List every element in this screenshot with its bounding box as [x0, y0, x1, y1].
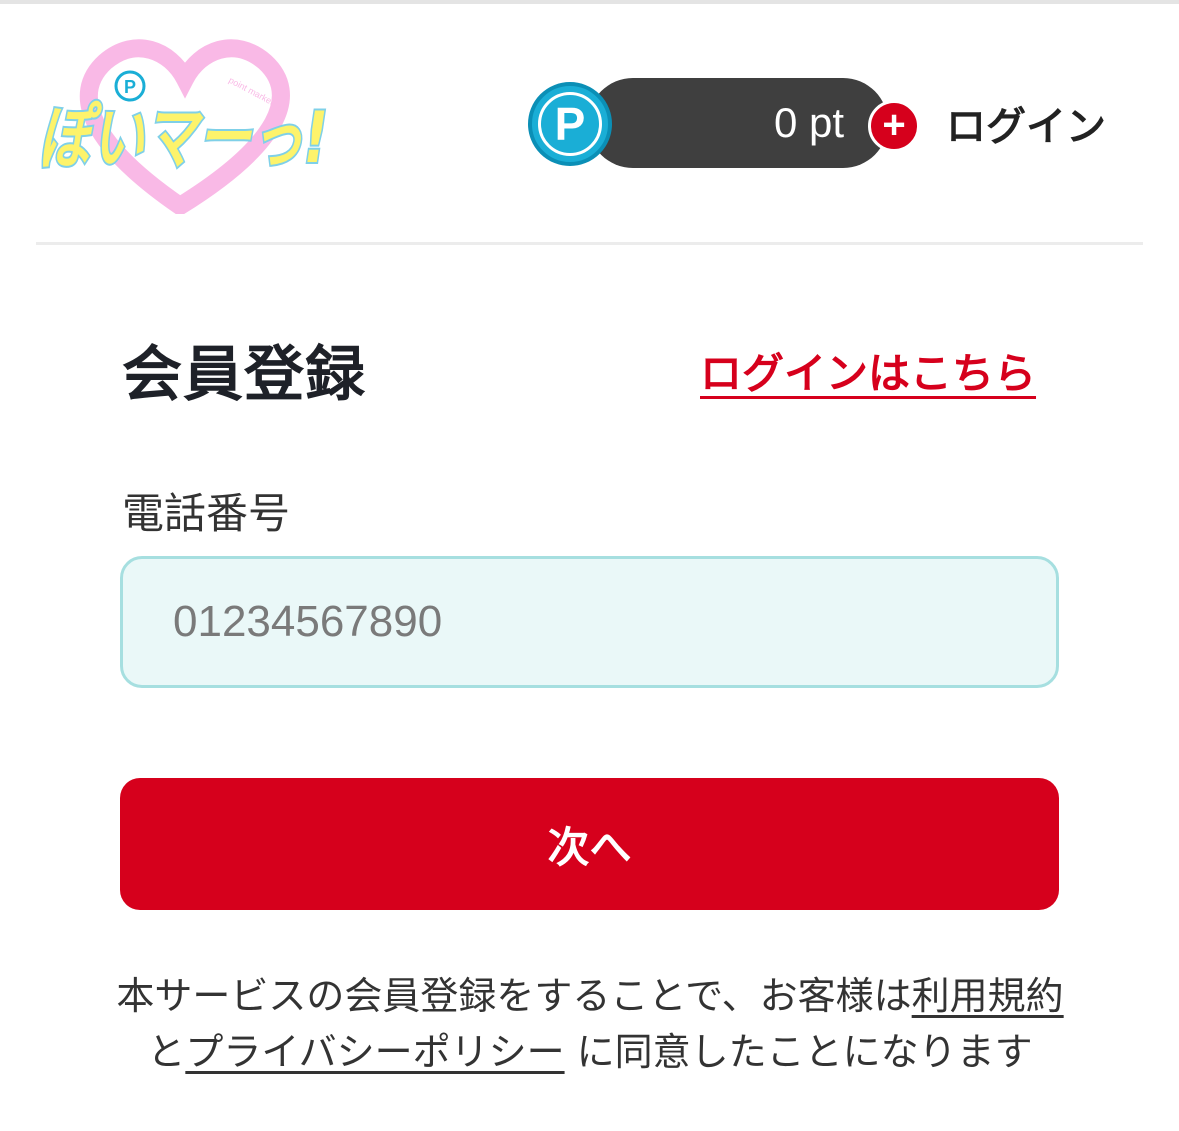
- points-pill: 0 pt: [588, 78, 888, 168]
- terms-of-use-link[interactable]: 利用規約: [912, 974, 1064, 1018]
- terms-prefix: 本サービスの会員登録をすることで、お客様は: [116, 974, 912, 1018]
- phone-label: 電話番号: [122, 489, 291, 538]
- phone-input[interactable]: [120, 556, 1059, 688]
- login-here-link[interactable]: ログインはこちら: [700, 340, 1036, 401]
- header-divider: [36, 242, 1143, 245]
- points-balance[interactable]: 0 pt P +: [528, 78, 928, 170]
- terms-suffix: に同意したことになります: [564, 1030, 1033, 1074]
- next-button[interactable]: 次へ: [120, 778, 1059, 910]
- terms-notice: 本サービスの会員登録をすることで、お客様は利用規約とプライバシーポリシー に同意…: [110, 968, 1070, 1080]
- points-coin-letter: P: [538, 92, 602, 156]
- add-points-button[interactable]: +: [868, 100, 920, 152]
- terms-middle: と: [147, 1030, 186, 1074]
- privacy-policy-link[interactable]: プライバシーポリシー: [185, 1030, 564, 1074]
- points-value: 0 pt: [773, 99, 844, 146]
- header-login-link[interactable]: ログイン: [946, 94, 1106, 152]
- logo-p-letter: P: [124, 77, 136, 97]
- brand-logo[interactable]: point marketing P ぽいマーっ!: [30, 34, 340, 214]
- logo-text: ぽいマーっ!: [38, 97, 328, 179]
- page-title: 会員登録: [122, 340, 366, 410]
- points-coin-icon: P: [528, 82, 612, 166]
- top-border: [0, 0, 1179, 4]
